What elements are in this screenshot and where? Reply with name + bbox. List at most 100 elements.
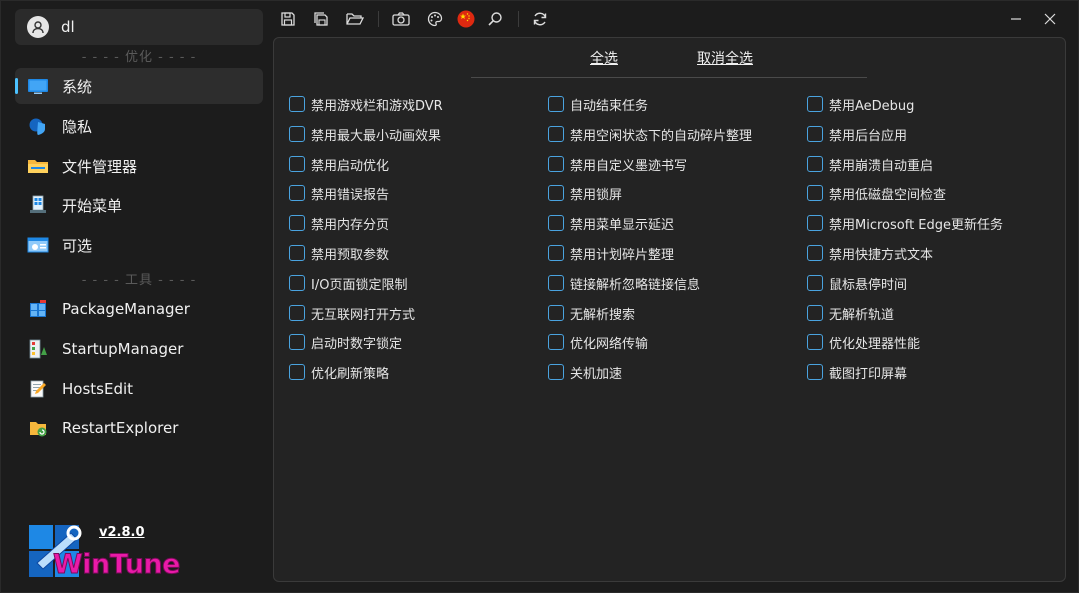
camera-icon[interactable]: [391, 9, 411, 29]
open-folder-icon[interactable]: [345, 9, 365, 29]
option-checkbox[interactable]: [807, 215, 823, 231]
option-checkbox[interactable]: [289, 126, 305, 142]
option-checkbox[interactable]: [807, 334, 823, 350]
option-checkbox[interactable]: [289, 275, 305, 291]
option-checkbox[interactable]: [548, 185, 564, 201]
option-item[interactable]: 禁用启动优化: [289, 155, 389, 174]
option-label: 禁用空闲状态下的自动碎片整理: [570, 128, 753, 144]
option-item[interactable]: 禁用最大最小动画效果: [289, 125, 441, 144]
option-checkbox[interactable]: [548, 275, 564, 291]
tool-startup-manager[interactable]: StartupManager: [15, 331, 263, 367]
option-checkbox[interactable]: [807, 245, 823, 261]
china-flag-icon[interactable]: [456, 9, 476, 29]
option-checkbox[interactable]: [289, 334, 305, 350]
option-item[interactable]: 关机加速: [548, 363, 622, 382]
option-item[interactable]: 截图打印屏幕: [807, 363, 908, 382]
option-item[interactable]: 禁用快捷方式文本: [807, 244, 933, 263]
option-checkbox[interactable]: [807, 126, 823, 142]
option-item[interactable]: 禁用后台应用: [807, 125, 907, 144]
option-label: 优化网络传输: [570, 336, 649, 352]
restart-explorer-icon: [27, 418, 49, 438]
option-item[interactable]: 优化刷新策略: [289, 363, 389, 382]
option-checkbox[interactable]: [289, 305, 305, 321]
option-label: 无互联网打开方式: [311, 307, 416, 323]
option-item[interactable]: 自动结束任务: [548, 95, 648, 114]
option-item[interactable]: 优化网络传输: [548, 333, 649, 352]
minimize-icon[interactable]: [1006, 9, 1026, 29]
option-checkbox[interactable]: [289, 96, 305, 112]
close-icon[interactable]: [1040, 9, 1060, 29]
option-label: 禁用锁屏: [570, 187, 623, 203]
folder-icon: [27, 156, 49, 176]
tool-hosts-edit[interactable]: HostsEdit: [15, 371, 263, 407]
monitor-icon: [27, 76, 49, 96]
option-checkbox[interactable]: [807, 185, 823, 201]
option-checkbox[interactable]: [548, 156, 564, 172]
deselect-all-link[interactable]: 取消全选: [697, 48, 753, 68]
user-avatar-icon: [27, 16, 49, 38]
save-all-icon[interactable]: [311, 9, 331, 29]
sidebar-item-start-menu[interactable]: 开始菜单: [15, 187, 263, 223]
tool-label: StartupManager: [62, 340, 184, 358]
option-checkbox[interactable]: [548, 126, 564, 142]
option-item[interactable]: 优化处理器性能: [807, 333, 920, 352]
option-label: 禁用游戏栏和游戏DVR: [311, 98, 443, 114]
sidebar-item-label: 可选: [62, 236, 93, 255]
option-label: 禁用菜单显示延迟: [570, 217, 675, 233]
option-item[interactable]: 禁用预取参数: [289, 244, 389, 263]
option-checkbox[interactable]: [289, 156, 305, 172]
option-checkbox[interactable]: [548, 215, 564, 231]
sidebar-item-label: 开始菜单: [62, 196, 123, 215]
sidebar-item-optional[interactable]: 可选: [15, 227, 263, 263]
shield-icon: [27, 116, 49, 136]
option-item[interactable]: 禁用错误报告: [289, 184, 389, 203]
option-item[interactable]: 禁用空闲状态下的自动碎片整理: [548, 125, 753, 144]
option-item[interactable]: 禁用Microsoft Edge更新任务: [807, 214, 1003, 233]
option-checkbox[interactable]: [807, 364, 823, 380]
option-checkbox[interactable]: [548, 364, 564, 380]
sidebar-item-file-manager[interactable]: 文件管理器: [15, 148, 263, 184]
option-item[interactable]: 禁用AeDebug: [807, 95, 914, 114]
option-item[interactable]: 禁用低磁盘空间检查: [807, 184, 946, 203]
option-checkbox[interactable]: [289, 185, 305, 201]
sidebar-item-system[interactable]: 系统: [15, 68, 263, 104]
option-checkbox[interactable]: [548, 245, 564, 261]
version-label[interactable]: v2.8.0: [99, 525, 145, 540]
option-item[interactable]: 链接解析忽略链接信息: [548, 274, 700, 293]
tool-package-manager[interactable]: PackageManager: [15, 291, 263, 327]
option-item[interactable]: 无解析搜索: [548, 304, 635, 323]
refresh-icon[interactable]: [530, 9, 550, 29]
option-item[interactable]: 鼠标悬停时间: [807, 274, 907, 293]
option-item[interactable]: 禁用崩溃自动重启: [807, 155, 933, 174]
option-item[interactable]: 禁用菜单显示延迟: [548, 214, 675, 233]
option-checkbox[interactable]: [548, 96, 564, 112]
option-label: 截图打印屏幕: [829, 366, 908, 382]
option-item[interactable]: 无互联网打开方式: [289, 304, 416, 323]
tool-restart-explorer[interactable]: RestartExplorer: [15, 410, 263, 446]
option-item[interactable]: 无解析轨道: [807, 304, 894, 323]
option-item[interactable]: 启动时数字锁定: [289, 333, 402, 352]
option-item[interactable]: 禁用自定义墨迹书写: [548, 155, 687, 174]
option-checkbox[interactable]: [289, 245, 305, 261]
select-all-link[interactable]: 全选: [590, 48, 618, 68]
option-item[interactable]: 禁用游戏栏和游戏DVR: [289, 95, 443, 114]
panel-divider: [471, 77, 867, 78]
user-name: dl: [61, 18, 75, 36]
search-icon[interactable]: [485, 9, 505, 29]
option-checkbox[interactable]: [548, 334, 564, 350]
option-checkbox[interactable]: [807, 96, 823, 112]
option-checkbox[interactable]: [807, 275, 823, 291]
save-icon[interactable]: [278, 9, 298, 29]
option-item[interactable]: 禁用计划碎片整理: [548, 244, 674, 263]
user-card[interactable]: dl: [15, 9, 263, 45]
option-checkbox[interactable]: [807, 305, 823, 321]
palette-icon[interactable]: [425, 9, 445, 29]
option-checkbox[interactable]: [289, 364, 305, 380]
option-checkbox[interactable]: [289, 215, 305, 231]
option-item[interactable]: I/O页面锁定限制: [289, 274, 407, 293]
sidebar-item-privacy[interactable]: 隐私: [15, 108, 263, 144]
option-item[interactable]: 禁用锁屏: [548, 184, 623, 203]
option-item[interactable]: 禁用内存分页: [289, 214, 389, 233]
option-checkbox[interactable]: [807, 156, 823, 172]
option-checkbox[interactable]: [548, 305, 564, 321]
